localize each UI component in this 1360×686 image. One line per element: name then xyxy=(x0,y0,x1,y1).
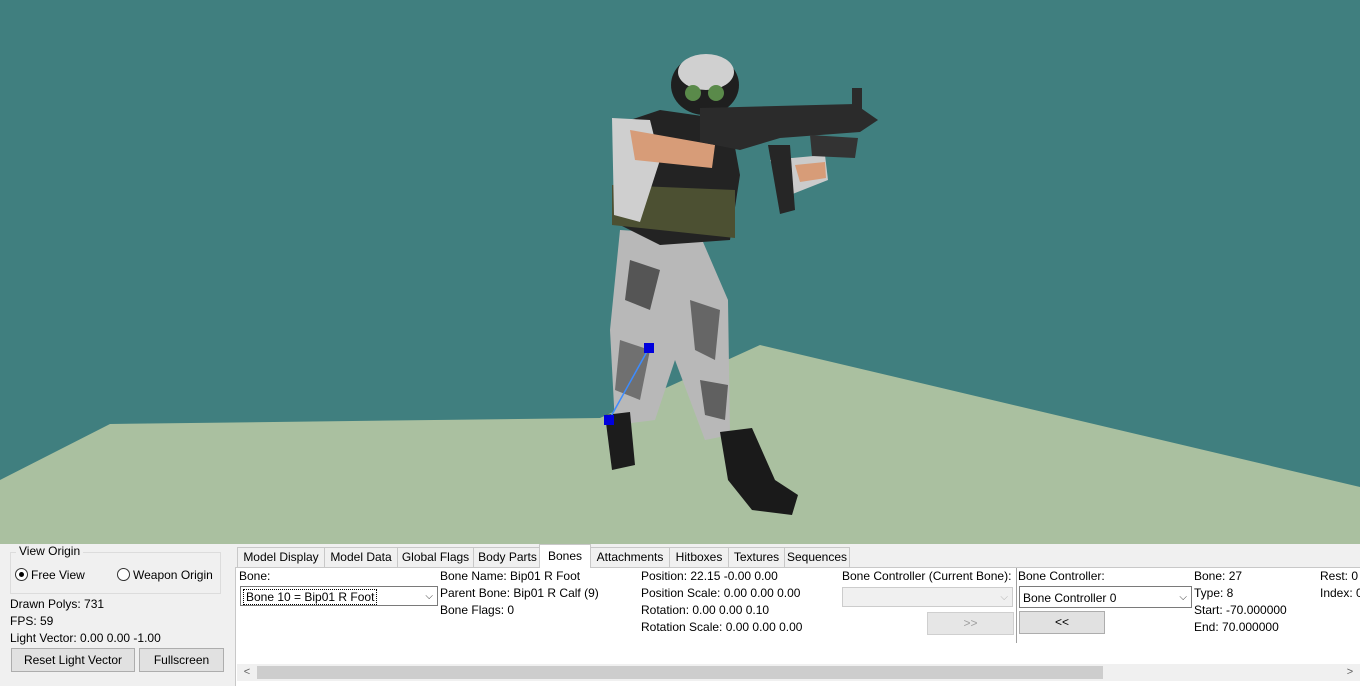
bone-select[interactable]: Bone 10 = Bip01 R Foot ⌵ xyxy=(240,586,438,606)
view-origin-title: View Origin xyxy=(16,544,84,558)
chevron-down-icon: ⌵ xyxy=(425,591,433,602)
tab-sequences[interactable]: Sequences xyxy=(784,547,850,567)
bone-name-text: Bone Name: Bip01 R Foot xyxy=(440,569,581,583)
light-vector-text: Light Vector: 0.00 0.00 -1.00 xyxy=(10,631,161,645)
rotation-text: Rotation: 0.00 0.00 0.10 xyxy=(641,603,770,617)
tab-textures[interactable]: Textures xyxy=(728,547,785,567)
free-view-radio[interactable] xyxy=(15,568,28,581)
horizontal-scrollbar[interactable]: < > xyxy=(237,664,1360,681)
position-text: Position: 22.15 -0.00 0.00 xyxy=(641,569,778,583)
weapon-origin-label[interactable]: Weapon Origin xyxy=(133,568,213,582)
fps-text: FPS: 59 xyxy=(10,614,54,628)
position-scale-text: Position Scale: 0.00 0.00 0.00 xyxy=(641,586,801,600)
controller-index-text: Index: 0 xyxy=(1320,586,1360,600)
chevron-down-icon: ⌵ xyxy=(1000,592,1008,603)
bone-controller-current-select: ⌵ xyxy=(842,587,1013,607)
control-panel: View Origin Free View Weapon Origin Draw… xyxy=(0,544,1360,686)
controller-end-text: End: 70.000000 xyxy=(1194,620,1279,634)
parent-bone-text: Parent Bone: Bip01 R Calf (9) xyxy=(440,586,599,600)
reset-light-vector-button[interactable]: Reset Light Vector xyxy=(11,648,135,672)
controller-type-text: Type: 8 xyxy=(1194,586,1234,600)
tab-model-data[interactable]: Model Data xyxy=(324,547,398,567)
bone-controller-label: Bone Controller: xyxy=(1018,569,1105,583)
weapon-origin-radio[interactable] xyxy=(117,568,130,581)
scroll-left-arrow-icon[interactable]: < xyxy=(239,665,255,680)
controller-rest-text: Rest: 0 xyxy=(1320,569,1359,583)
scroll-right-arrow-icon[interactable]: > xyxy=(1342,665,1358,680)
free-view-label[interactable]: Free View xyxy=(31,568,85,582)
bone-label: Bone: xyxy=(239,569,271,583)
fullscreen-button[interactable]: Fullscreen xyxy=(139,648,224,672)
assign-controller-button: >> xyxy=(927,612,1014,635)
bone-joint-marker xyxy=(644,343,654,353)
3d-viewport[interactable] xyxy=(0,0,1360,544)
tab-attachments[interactable]: Attachments xyxy=(590,547,670,567)
tab-global-flags[interactable]: Global Flags xyxy=(397,547,474,567)
bone-select-value: Bone 10 = Bip01 R Foot xyxy=(243,589,378,605)
bones-tab-page: Bone: Bone 10 = Bip01 R Foot ⌵ Bone Name… xyxy=(235,567,1360,686)
chevron-down-icon: ⌵ xyxy=(1179,592,1187,603)
controller-bone-text: Bone: 27 xyxy=(1194,569,1243,583)
bone-controller-value: Bone Controller 0 xyxy=(1023,591,1117,605)
goto-controller-bone-button[interactable]: << xyxy=(1019,611,1105,634)
section-divider xyxy=(1016,568,1017,643)
drawn-polys-text: Drawn Polys: 731 xyxy=(10,597,105,611)
ground-plane xyxy=(0,345,1360,544)
bone-flags-text: Bone Flags: 0 xyxy=(440,603,515,617)
rotation-scale-text: Rotation Scale: 0.00 0.00 0.00 xyxy=(641,620,803,634)
bone-joint-marker xyxy=(604,415,614,425)
tab-bones[interactable]: Bones xyxy=(539,544,591,568)
controller-start-text: Start: -70.000000 xyxy=(1194,603,1287,617)
tab-model-display[interactable]: Model Display xyxy=(237,547,325,567)
tab-hitboxes[interactable]: Hitboxes xyxy=(669,547,729,567)
bone-controller-select[interactable]: Bone Controller 0 ⌵ xyxy=(1019,586,1192,608)
tab-body-parts[interactable]: Body Parts xyxy=(473,547,542,567)
scrollbar-thumb[interactable] xyxy=(257,666,1103,679)
bone-controller-current-label: Bone Controller (Current Bone): xyxy=(842,569,1012,583)
scene-render xyxy=(0,54,1360,544)
